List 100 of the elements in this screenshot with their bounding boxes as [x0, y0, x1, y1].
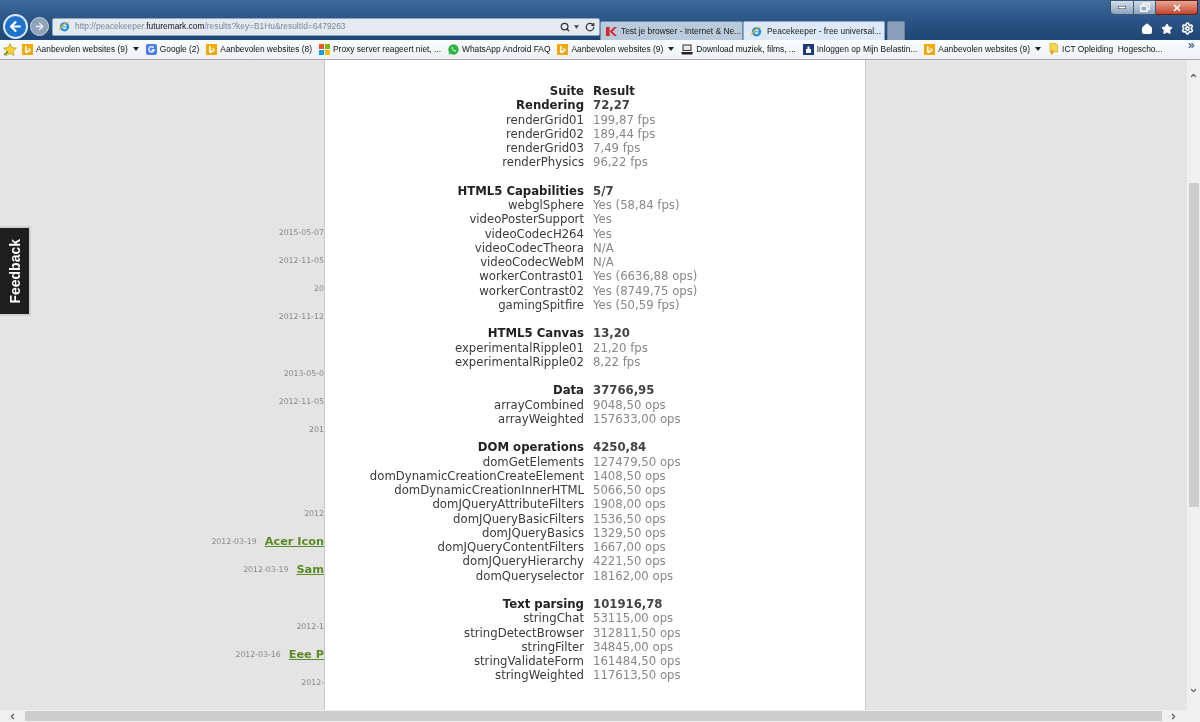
test-result: Yes (8749,75 ops)	[593, 283, 698, 298]
test-name: domQueryselector	[475, 568, 584, 583]
settings-icon[interactable]	[1181, 22, 1194, 35]
test-name: experimentalRipple01	[454, 340, 584, 355]
test-result: 199,87 fps	[593, 112, 656, 127]
section-title: Data	[552, 383, 584, 398]
test-name: stringDetectBrowser	[464, 625, 584, 640]
forward-button[interactable]	[30, 17, 49, 36]
test-name: renderPhysics	[502, 155, 584, 170]
test-name: videoCodecWebM	[480, 255, 584, 270]
scroll-left-icon[interactable]	[8, 711, 17, 721]
caret-icon[interactable]	[132, 47, 139, 52]
test-result: 34845,00 ops	[593, 639, 674, 654]
test-name: stringChat	[523, 611, 584, 626]
favorite-label: Aanbevolen websites (9)	[938, 43, 1031, 56]
refresh-icon[interactable]	[585, 21, 595, 32]
test-name: renderGrid02	[506, 126, 584, 141]
test-name: renderGrid01	[506, 112, 584, 127]
test-result: 1908,00 ops	[593, 497, 666, 512]
laptop-icon	[681, 44, 694, 55]
test-name: domGetElements	[482, 454, 584, 469]
section-title: Rendering	[516, 98, 584, 113]
test-result: 96,22 fps	[593, 155, 648, 170]
address-field[interactable]: http://peacekeeper.futuremark.com/results?key=B1Hu&resultId=6479263	[52, 17, 600, 36]
test-result: 9048,50 ops	[593, 397, 666, 412]
browser-logo-icon	[58, 20, 71, 33]
browser-tab[interactable]: Test je browser - Internet & Ne...	[600, 21, 743, 40]
test-name: stringValidateForm	[473, 654, 584, 669]
test-result: 1667,00 ops	[593, 540, 666, 555]
test-name: domDynamicCreationCreateElement	[369, 468, 584, 483]
test-result: Yes (6636,88 ops)	[593, 269, 698, 284]
section-score: 101916,78	[593, 597, 663, 612]
url-text: http://peacekeeper.futuremark.com/results?key=B1Hu&resultId=6479263	[75, 20, 346, 33]
test-name: arrayWeighted	[498, 411, 584, 426]
section-title: HTML5 Canvas	[487, 326, 584, 341]
favorite-link[interactable]: Google (2)	[145, 43, 200, 56]
test-result: 157633,00 ops	[593, 411, 681, 426]
test-result: N/A	[593, 255, 614, 270]
test-result: 312811,50 ops	[593, 625, 681, 640]
test-name: domJQueryContentFilters	[437, 540, 584, 555]
caret-icon[interactable]	[574, 24, 579, 29]
test-result: 1408,50 ops	[593, 468, 666, 483]
test-result: Yes	[593, 226, 612, 241]
browser-tab[interactable]: Peacekeeper - free universal...	[743, 21, 885, 40]
favorite-link[interactable]: Aanbevolen websites (9)	[22, 43, 139, 56]
close-window-button[interactable]	[1156, 0, 1198, 15]
b-logo-icon	[206, 44, 218, 55]
favorite-link[interactable]: Aanbevolen websites (9)	[557, 43, 675, 56]
test-result: Yes (50,59 fps)	[593, 297, 680, 312]
b-logo-icon	[22, 44, 33, 55]
tab-title: Test je browser - Internet & Ne...	[621, 24, 742, 38]
test-result: 21,20 fps	[593, 340, 648, 355]
section-score: 13,20	[593, 326, 630, 341]
section-title: Text parsing	[502, 597, 584, 612]
restore-button[interactable]	[1134, 0, 1156, 15]
favorite-link[interactable]: Aanbevolen websites (9)	[924, 43, 1042, 56]
test-name: workerContrast02	[479, 283, 584, 298]
favorites-star-icon[interactable]	[1161, 22, 1173, 35]
test-result: 117613,50 ops	[593, 668, 681, 683]
test-name: domJQueryAttributeFilters	[432, 497, 584, 512]
vertical-scrollbar[interactable]	[1187, 60, 1200, 710]
certificate-icon	[1048, 43, 1060, 56]
horizontal-scrollbar[interactable]	[0, 710, 1200, 722]
favorite-label: Aanbevolen websites (9)	[36, 43, 128, 56]
back-button[interactable]	[3, 14, 28, 39]
caret-icon[interactable]	[668, 47, 675, 52]
test-name: domJQueryBasicFilters	[453, 511, 584, 526]
test-result: 7,49 fps	[593, 141, 641, 156]
section-score: 72,27	[593, 98, 630, 113]
section-score: 4250,84	[593, 440, 647, 455]
caret-icon[interactable]	[1035, 47, 1042, 52]
test-result: 5066,50 ops	[593, 483, 666, 498]
windows-logo-icon	[319, 44, 330, 55]
test-name: workerContrast01	[479, 269, 584, 284]
test-result: 18162,00 ops	[593, 568, 674, 583]
section-score: 37766,95	[593, 383, 655, 398]
search-icon[interactable]	[560, 21, 570, 32]
column-header: Result	[593, 84, 635, 99]
minimize-icon	[1118, 6, 1126, 9]
scroll-down-icon[interactable]	[1189, 686, 1198, 695]
test-name: videoCodecTheora	[474, 240, 584, 255]
more-favorites-icon[interactable]	[1187, 41, 1196, 50]
test-result: Yes	[593, 212, 612, 227]
test-name: renderGrid03	[506, 141, 584, 156]
add-favorite-icon[interactable]	[3, 42, 17, 57]
test-result: Yes (58,84 fps)	[593, 198, 680, 213]
minimize-button[interactable]	[1110, 0, 1134, 15]
site-logo-icon	[606, 25, 617, 37]
browser-logo-icon	[750, 24, 763, 38]
home-icon[interactable]	[1141, 22, 1153, 35]
scrollbar-thumb[interactable]	[1188, 183, 1199, 507]
scrollbar-thumb[interactable]	[25, 711, 1162, 721]
forward-arrow-icon	[34, 21, 45, 32]
test-result: 1536,50 ops	[593, 511, 666, 526]
close-icon	[1171, 2, 1182, 13]
section-score: 5/7	[593, 183, 614, 198]
feedback-tab[interactable]: Feedback	[0, 226, 31, 316]
test-name: stringFilter	[521, 639, 584, 654]
test-result: 53115,00 ops	[593, 611, 674, 626]
test-result: 161484,50 ops	[593, 654, 681, 669]
